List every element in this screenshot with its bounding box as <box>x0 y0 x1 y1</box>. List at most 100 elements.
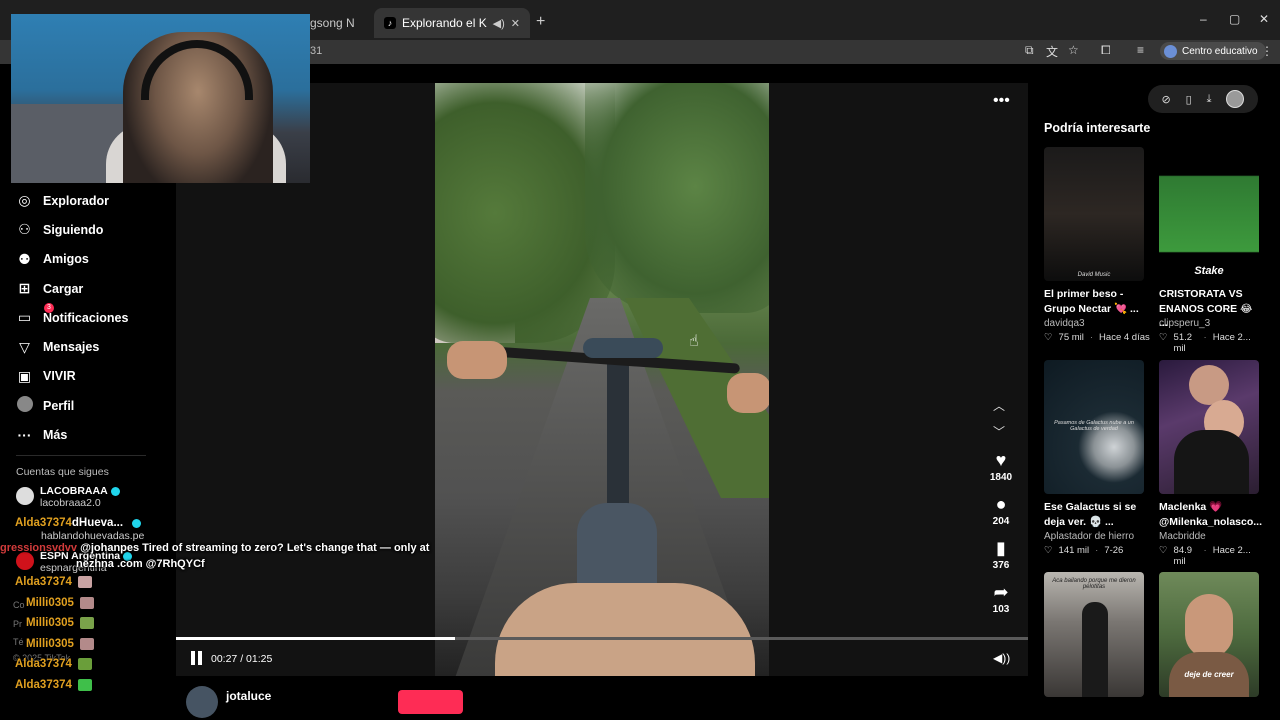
browser-profile-chip[interactable]: Centro educativo <box>1160 42 1266 60</box>
heart-icon: ♥ <box>995 450 1007 470</box>
compass-icon: ◎ <box>18 192 31 209</box>
footer-link[interactable]: Co <box>13 600 25 610</box>
sidebar-nav: ◎ Explorador ⚇ Siguiendo ⚉ Amigos ⊞ Cargar ▭… <box>16 186 166 450</box>
sidebar-item-siguiendo[interactable]: ⚇ Siguiendo <box>16 215 166 244</box>
rider-hand <box>727 373 769 413</box>
sidebar-item-label: Notificaciones <box>43 310 129 325</box>
sidebar-item-label: Más <box>43 428 68 443</box>
recommendations-title: Podría interesarte <box>1044 121 1151 135</box>
address-bar-text[interactable]: 31 <box>310 45 322 57</box>
person-body <box>1174 430 1249 494</box>
messages-icon: ▽ <box>19 338 30 355</box>
recommendation-stats: ♡ 141 mil · 7-26 <box>1044 545 1124 556</box>
close-icon[interactable]: ✕ <box>511 17 520 30</box>
like-button[interactable]: ♥ 1840 <box>985 450 1017 483</box>
recommendation-thumbnail[interactable]: Pasamos de Galactus nube a un Galactus d… <box>1044 360 1144 494</box>
chat-line: Alda37374 <box>15 576 92 588</box>
following-account[interactable]: LACOBRAAA lacobraaa2.0 <box>16 485 120 509</box>
emote-icon <box>77 658 92 670</box>
share-button[interactable]: ➦ 103 <box>985 582 1017 615</box>
rider-legs <box>495 583 755 676</box>
bookmark-icon: ▮ <box>996 538 1006 558</box>
footer-link[interactable]: Té <box>13 637 24 647</box>
reading-list-icon[interactable]: ≡ <box>1137 43 1144 57</box>
recommendation-title[interactable]: Maclenka 💗 @Milenka_nolasco... <box>1159 500 1263 529</box>
chat-user: gressionsvdvv <box>0 542 78 554</box>
view-count: 51.2 mil <box>1173 332 1193 354</box>
recommendation-user[interactable]: davidqa3 <box>1044 318 1085 329</box>
sidebar-item-perfil[interactable]: Perfil <box>16 391 166 420</box>
notifications-icon: ▭ <box>17 309 32 326</box>
volume-icon[interactable]: ◀)) <box>993 651 1010 665</box>
star-icon[interactable]: ☆ <box>1068 43 1079 57</box>
avatar <box>16 396 33 413</box>
pause-button[interactable] <box>190 651 204 665</box>
recommendation-title[interactable]: El primer beso - Grupo Nectar 💘 ... <box>1044 287 1148 316</box>
verified-icon <box>110 486 120 496</box>
translate-icon[interactable]: 文 <box>1046 43 1058 60</box>
avatar[interactable] <box>1226 90 1245 108</box>
view-count: 75 mil <box>1058 332 1084 343</box>
sidebar-item-vivir[interactable]: ▣ VIVIR <box>16 362 166 391</box>
sidebar-item-label: Explorador <box>43 193 109 208</box>
person-face <box>1189 365 1229 405</box>
minimize-button[interactable]: – <box>1200 12 1207 26</box>
chat-line: Milli0305 <box>26 597 94 609</box>
thumbnail-caption: David Music <box>1077 272 1111 278</box>
comment-button[interactable]: ● 204 <box>985 494 1017 527</box>
author-name[interactable]: jotaluce <box>226 689 271 703</box>
recommendation-thumbnail[interactable]: Aca bailando porque me dieron pelotitas <box>1044 572 1144 697</box>
comment-count: 204 <box>992 516 1010 527</box>
chat-user: Milli0305 <box>26 597 74 609</box>
chat-user: Alda37374 <box>15 679 72 691</box>
save-button[interactable]: ▮ 376 <box>985 538 1017 571</box>
chevron-down-icon[interactable]: ﹀ <box>993 423 1005 440</box>
chevron-up-icon[interactable]: ︿ <box>993 397 1005 414</box>
extensions-icon[interactable]: ⧠ <box>1101 43 1111 58</box>
thumbnail-caption: Pasamos de Galactus nube a un Galactus d… <box>1054 420 1134 432</box>
recommendation-thumbnail[interactable]: Stake <box>1159 147 1259 281</box>
follow-button[interactable] <box>398 690 463 714</box>
tab-inactive[interactable]: gsong N <box>300 8 370 38</box>
footer-link[interactable]: Pr <box>13 619 22 629</box>
recommendation-title[interactable]: Ese Galactus si se deja ver. 💀 ... <box>1044 500 1148 529</box>
more-options-icon[interactable]: ••• <box>993 92 1010 110</box>
recommendation-user[interactable]: Macbridde <box>1159 531 1206 542</box>
pause-icon <box>198 651 202 665</box>
recommendation-thumbnail[interactable]: deje de creer <box>1159 572 1259 697</box>
browser-menu-icon[interactable]: ⋮ <box>1261 44 1273 58</box>
tab-active[interactable]: ♪ Explorando el Kingsong N ◀) ✕ <box>374 8 530 38</box>
emote-icon <box>77 679 92 691</box>
sidebar-item-notificaciones[interactable]: ▭ Notificaciones <box>16 303 166 332</box>
close-window-button[interactable]: ✕ <box>1259 12 1269 26</box>
thumbnail-caption: deje de creer <box>1184 670 1234 679</box>
recommendation-thumbnail[interactable]: David Music <box>1044 147 1144 281</box>
following-title: Cuentas que sigues <box>16 466 109 478</box>
download-icon[interactable]: ⤓ <box>1207 93 1212 106</box>
maximize-button[interactable]: ▢ <box>1229 12 1240 26</box>
coin-icon[interactable]: ⊘ <box>1161 93 1170 106</box>
new-tab-button[interactable]: + <box>536 13 545 31</box>
sidebar-item-amigos[interactable]: ⚉ Amigos <box>16 245 166 274</box>
progress-bar[interactable] <box>176 637 1028 640</box>
account-username: lacobraaa2.0 <box>40 497 101 509</box>
sidebar-item-explorador[interactable]: ◎ Explorador <box>16 186 166 215</box>
view-count: 84.9 mil <box>1173 545 1193 567</box>
avatar[interactable] <box>186 686 218 718</box>
share-count: 103 <box>992 604 1010 615</box>
mouse-cursor-icon: ☝ <box>689 333 699 350</box>
sidebar-item-mensajes[interactable]: ▽ Mensajes <box>16 332 166 361</box>
device-icon[interactable]: ▯ <box>1186 93 1192 106</box>
cast-icon[interactable]: ⧉ <box>1025 43 1034 58</box>
recommendation-user[interactable]: clipsperu_3 <box>1159 318 1210 329</box>
heart-icon: ♡ <box>1159 332 1168 343</box>
tab-label: Explorando el Kingsong N <box>402 16 487 30</box>
speaker-icon[interactable]: ◀) <box>493 17 505 30</box>
chat-text: @johanpes Tired of streaming to zero? Le… <box>80 542 430 554</box>
chat-user: Alda37374 <box>15 517 72 529</box>
sidebar-item-cargar[interactable]: ⊞ Cargar <box>16 274 166 303</box>
video-frame[interactable] <box>435 83 769 676</box>
recommendation-user[interactable]: Aplastador de hierro <box>1044 531 1134 542</box>
sidebar-item-mas[interactable]: ··· Más <box>16 420 166 449</box>
recommendation-thumbnail[interactable] <box>1159 360 1259 494</box>
